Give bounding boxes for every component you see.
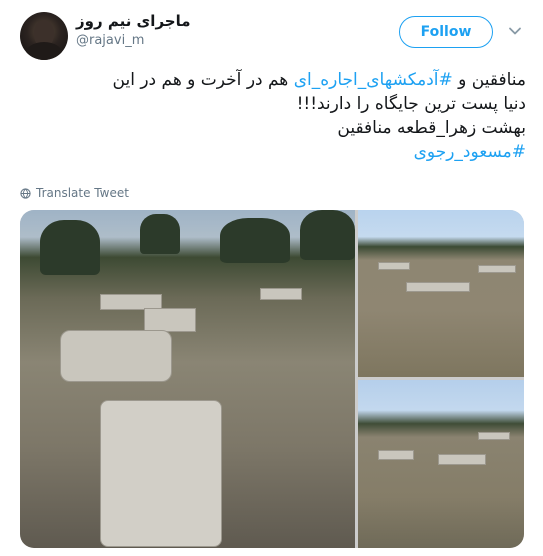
display-name[interactable]: ماجرای نیم روز bbox=[76, 12, 191, 30]
photo-left[interactable] bbox=[20, 210, 355, 548]
chevron-down-icon[interactable] bbox=[508, 24, 522, 38]
translate-tweet[interactable]: Translate Tweet bbox=[20, 186, 129, 200]
user-info[interactable]: ماجرای نیم روز @rajavi_m bbox=[76, 12, 191, 48]
tweet-text-line3: بهشت زهرا_قطعه منافقین bbox=[337, 118, 526, 138]
tweet-text-prefix: منافقین و bbox=[452, 70, 526, 90]
hashtag-link-2[interactable]: #مسعود_رجوی bbox=[414, 142, 526, 162]
user-handle[interactable]: @rajavi_m bbox=[76, 33, 191, 48]
tweet-text-suffix: هم در آخرت و هم در این bbox=[112, 70, 294, 90]
tweet-text-line1: منافقین و #آدمکشهای_اجاره_ای هم در آخرت … bbox=[18, 68, 526, 92]
avatar[interactable] bbox=[20, 12, 68, 60]
photo-right-top[interactable] bbox=[358, 210, 524, 377]
hashtag-link[interactable]: #آدمکشهای_اجاره_ای bbox=[294, 70, 453, 90]
globe-icon bbox=[20, 187, 31, 199]
avatar-shoulders bbox=[26, 42, 62, 60]
tweet-text: منافقین و #آدمکشهای_اجاره_ای هم در آخرت … bbox=[18, 68, 526, 164]
photo-right-bottom[interactable] bbox=[358, 380, 524, 548]
follow-button[interactable]: Follow bbox=[399, 16, 493, 48]
translate-label: Translate Tweet bbox=[36, 186, 129, 200]
tweet-text-line2: دنیا پست ترین جایگاه را دارند!!! bbox=[296, 94, 526, 114]
media-grid bbox=[20, 210, 524, 548]
